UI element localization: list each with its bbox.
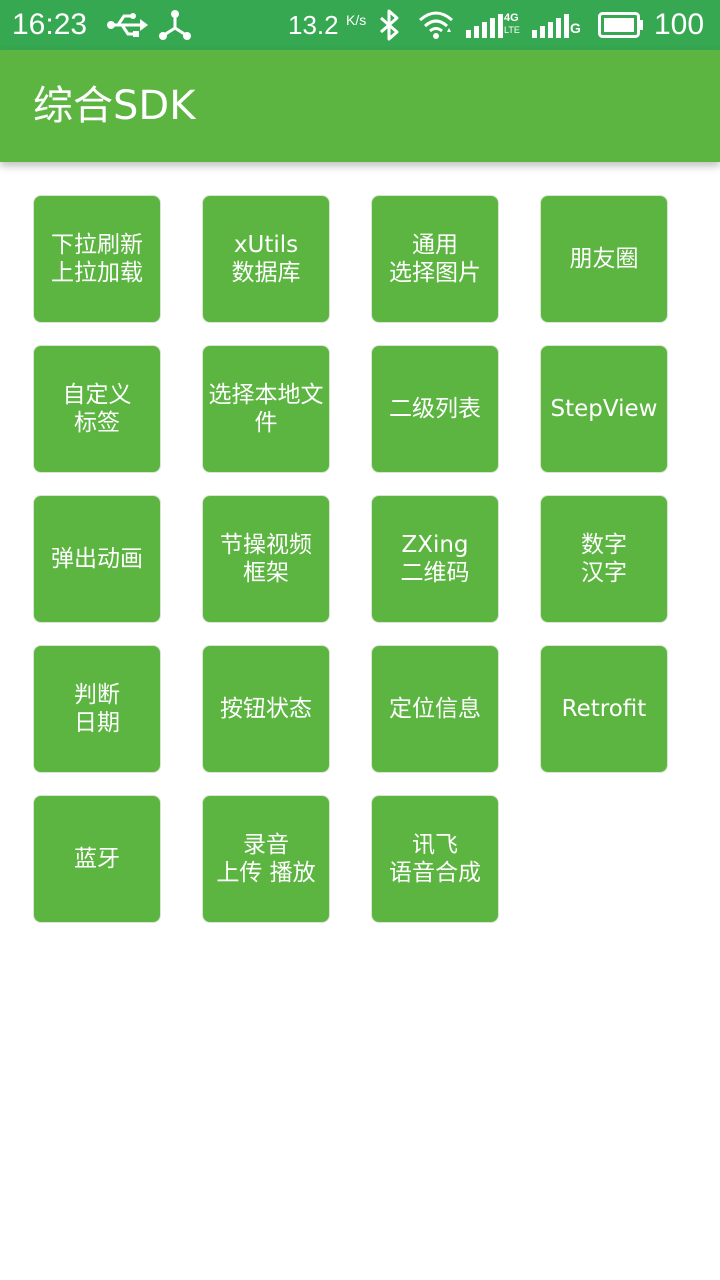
tile-location-info[interactable]: 定位信息: [371, 645, 499, 773]
tile-video-framework[interactable]: 节操视频 框架: [202, 495, 330, 623]
tile-custom-tags[interactable]: 自定义 标签: [33, 345, 161, 473]
tile-stepview[interactable]: StepView: [540, 345, 668, 473]
tile-xutils-database[interactable]: xUtils 数据库: [202, 195, 330, 323]
tile-select-local-file[interactable]: 选择本地文 件: [202, 345, 330, 473]
tile-moments[interactable]: 朋友圈: [540, 195, 668, 323]
tile-iflytek-tts[interactable]: 讯飞 语音合成: [371, 795, 499, 923]
feature-grid: 下拉刷新 上拉加载 xUtils 数据库 通用 选择图片 朋友圈 自定义 标签 …: [0, 0, 720, 1280]
tile-judge-date[interactable]: 判断 日期: [33, 645, 161, 773]
tile-select-image[interactable]: 通用 选择图片: [371, 195, 499, 323]
tile-retrofit[interactable]: Retrofit: [540, 645, 668, 773]
tile-bluetooth[interactable]: 蓝牙: [33, 795, 161, 923]
tile-number-chinese[interactable]: 数字 汉字: [540, 495, 668, 623]
tile-popup-animation[interactable]: 弹出动画: [33, 495, 161, 623]
tile-record-upload-play[interactable]: 录音 上传 播放: [202, 795, 330, 923]
tile-button-state[interactable]: 按钮状态: [202, 645, 330, 773]
tile-zxing-qrcode[interactable]: ZXing 二维码: [371, 495, 499, 623]
tile-nested-list[interactable]: 二级列表: [371, 345, 499, 473]
tile-pull-refresh[interactable]: 下拉刷新 上拉加载: [33, 195, 161, 323]
